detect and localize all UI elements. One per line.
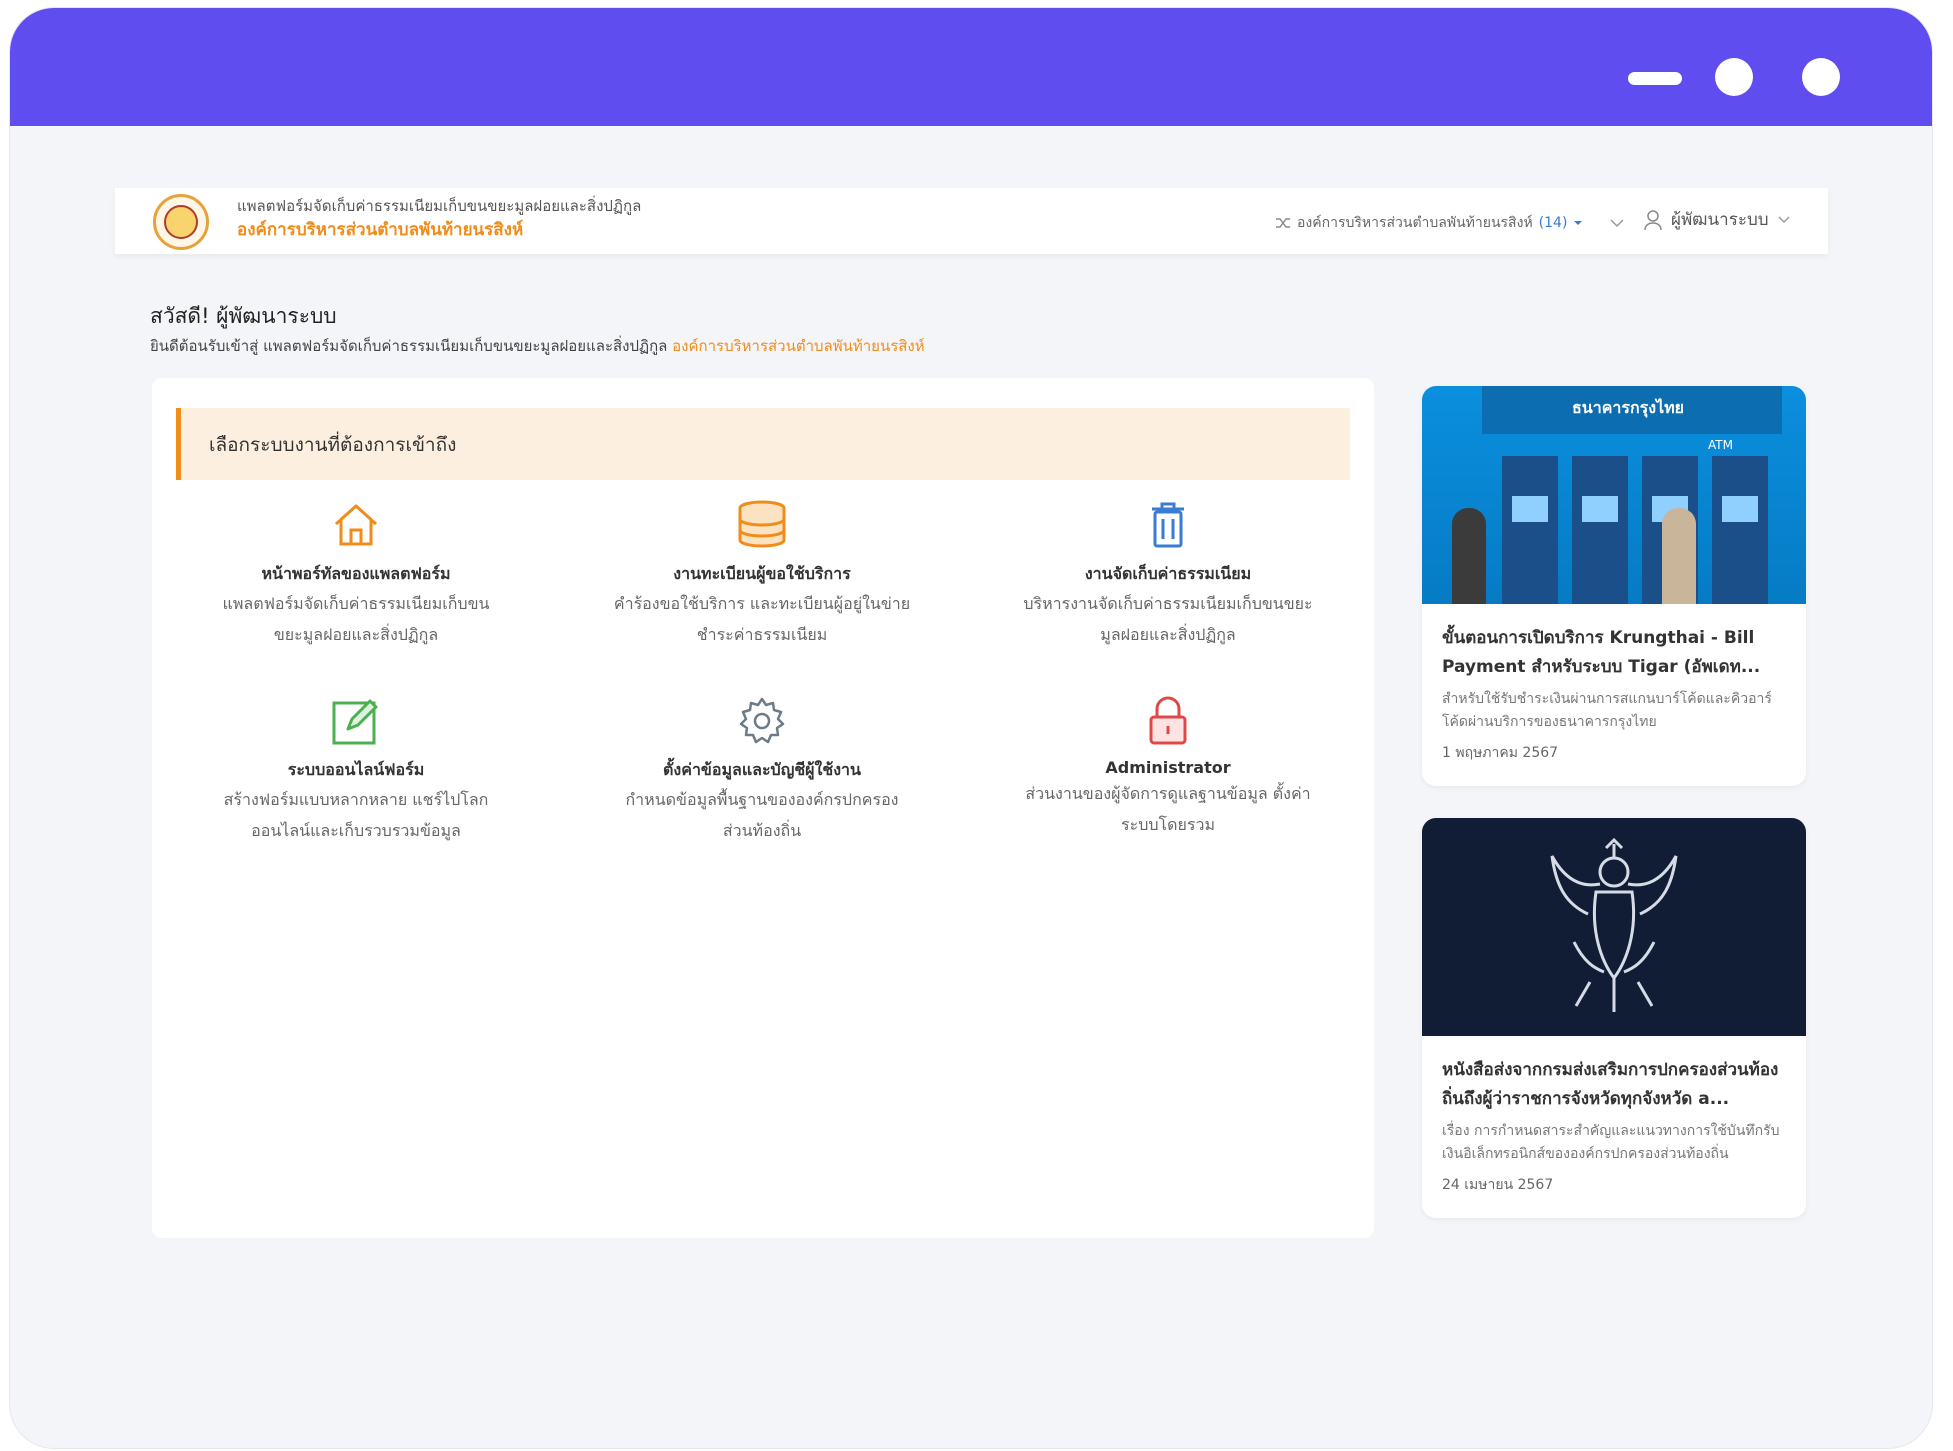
- gear-icon: [739, 697, 785, 744]
- org-switch-label: องค์การบริหารส่วนตำบลพันท้ายนรสิงห์: [1297, 215, 1533, 231]
- tile-title: Administrator: [1105, 758, 1231, 777]
- lock-icon: [1149, 696, 1187, 745]
- app-window: แพลตฟอร์มจัดเก็บค่าธรรมเนียมเก็บขนขยะมูล…: [10, 8, 1932, 1448]
- org-switcher[interactable]: องค์การบริหารส่วนตำบลพันท้ายนรสิงห์ (14): [1275, 212, 1625, 234]
- tile-title: ตั้งค่าข้อมูลและบัญชีผู้ใช้งาน: [663, 760, 861, 779]
- system-tile-administrator[interactable]: Administrator ส่วนงานของผู้จัดการดูแลฐาน…: [988, 692, 1348, 839]
- system-tile-registration[interactable]: งานทะเบียนผู้ขอใช้บริการ คำร้องขอใช้บริก…: [582, 496, 942, 649]
- greeting-org-link[interactable]: องค์การบริหารส่วนตำบลพันท้ายนรสิงห์: [672, 337, 925, 355]
- tile-description: สร้างฟอร์มแบบหลากหลาย แชร์ไปโลก: [223, 790, 489, 809]
- greeting-message: ยินดีต้อนรับเข้าสู่ แพลตฟอร์มจัดเก็บค่าธ…: [150, 337, 668, 355]
- garuda-emblem-icon: [1550, 837, 1678, 1012]
- tile-description: ชำระค่าธรรมเนียม: [696, 625, 828, 644]
- news-card[interactable]: ธนาคารกรุงไทย ATM ขั้นตอนการเปิดบริการ K…: [1422, 386, 1806, 786]
- user-icon: [1644, 209, 1662, 230]
- news-title[interactable]: ขั้นตอนการเปิดบริการ Krungthai - Bill Pa…: [1422, 604, 1806, 682]
- org-switch-count: (14): [1538, 215, 1568, 231]
- news-card[interactable]: หนังสือส่งจากกรมส่งเสริมการปกครองส่วนท้อ…: [1422, 818, 1806, 1218]
- tile-description: มูลฝอยและสิ่งปฏิกูล: [1100, 625, 1236, 644]
- system-tile-portal[interactable]: หน้าพอร์ทัลของแพลตฟอร์ม แพลตฟอร์มจัดเก็บ…: [176, 496, 536, 649]
- organization-logo-icon[interactable]: [153, 194, 209, 250]
- user-menu[interactable]: ผู้พัฒนาระบบ: [1643, 206, 1791, 233]
- tile-description: คำร้องขอใช้บริการ และทะเบียนผู้อยู่ในข่า…: [613, 594, 911, 613]
- system-tile-settings[interactable]: ตั้งค่าข้อมูลและบัญชีผู้ใช้งาน กำหนดข้อม…: [582, 692, 942, 845]
- minimize-icon[interactable]: [1628, 72, 1682, 85]
- database-icon: [738, 500, 786, 548]
- brand-title[interactable]: องค์การบริหารส่วนตำบลพันท้ายนรสิงห์: [237, 216, 523, 243]
- news-date: 1 พฤษภาคม 2567: [1442, 745, 1559, 761]
- greeting-text: ยินดีต้อนรับเข้าสู่ แพลตฟอร์มจัดเก็บค่าธ…: [150, 334, 925, 358]
- tile-title: ระบบออนไลน์ฟอร์ม: [287, 760, 425, 779]
- tile-description: ออนไลน์และเก็บรวบรวมข้อมูล: [251, 821, 461, 840]
- bank-sign-text: ธนาคารกรุงไทย: [1572, 398, 1685, 417]
- tile-title: งานทะเบียนผู้ขอใช้บริการ: [673, 564, 851, 583]
- greeting-title: สวัสดี! ผู้พัฒนาระบบ: [150, 304, 337, 328]
- maximize-icon[interactable]: [1715, 58, 1753, 96]
- section-heading: เลือกระบบงานที่ต้องการเข้าถึง: [176, 408, 1350, 480]
- person-figure: [1662, 508, 1696, 604]
- tile-description: ส่วนท้องถิ่น: [722, 821, 802, 840]
- person-figure: [1452, 508, 1486, 604]
- tile-description: แพลตฟอร์มจัดเก็บค่าธรรมเนียมเก็บขน: [222, 594, 490, 613]
- shuffle-icon: [1276, 218, 1290, 228]
- tile-description: ระบบโดยรวม: [1121, 815, 1215, 834]
- tile-description: บริหารงานจัดเก็บค่าธรรมเนียมเก็บขนขยะ: [1023, 594, 1313, 613]
- chevron-down-icon: [1778, 216, 1790, 224]
- tile-title: หน้าพอร์ทัลของแพลตฟอร์ม: [261, 564, 451, 583]
- edit-icon: [332, 699, 378, 745]
- section-heading-text: เลือกระบบงานที่ต้องการเข้าถึง: [209, 434, 457, 456]
- atm-machine: [1502, 456, 1558, 604]
- user-label: ผู้พัฒนาระบบ: [1671, 210, 1769, 230]
- news-excerpt: เรื่อง การกำหนดสาระสำคัญและแนวทางการใช้บ…: [1442, 1123, 1780, 1162]
- system-selection-card: เลือกระบบงานที่ต้องการเข้าถึง หน้าพอร์ทั…: [152, 378, 1374, 1238]
- news-title[interactable]: หนังสือส่งจากกรมส่งเสริมการปกครองส่วนท้อ…: [1422, 1036, 1806, 1114]
- atm-label: ATM: [1708, 438, 1733, 452]
- news-date: 24 เมษายน 2567: [1442, 1177, 1554, 1193]
- close-icon[interactable]: [1802, 58, 1840, 96]
- caret-down-icon: [1574, 221, 1583, 225]
- tile-title: งานจัดเก็บค่าธรรมเนียม: [1084, 564, 1252, 583]
- home-icon: [334, 504, 378, 546]
- window-titlebar: [10, 8, 1932, 126]
- system-tile-fee-collection[interactable]: งานจัดเก็บค่าธรรมเนียม บริหารงานจัดเก็บค…: [988, 496, 1348, 649]
- chevron-down-icon[interactable]: [1609, 218, 1625, 228]
- trash-icon: [1152, 502, 1184, 548]
- news-image: [1422, 818, 1806, 1036]
- app-header: แพลตฟอร์มจัดเก็บค่าธรรมเนียมเก็บขนขยะมูล…: [115, 188, 1828, 254]
- brand-subtitle: แพลตฟอร์มจัดเก็บค่าธรรมเนียมเก็บขนขยะมูล…: [237, 197, 642, 215]
- news-excerpt: สำหรับใช้รับชำระเงินผ่านการสแกนบาร์โค้ดแ…: [1442, 691, 1772, 730]
- atm-machine: [1572, 456, 1628, 604]
- news-image: ธนาคารกรุงไทย ATM: [1422, 386, 1806, 604]
- tile-description: กำหนดข้อมูลพื้นฐานขององค์กรปกครอง: [625, 790, 899, 809]
- system-tile-online-form[interactable]: ระบบออนไลน์ฟอร์ม สร้างฟอร์มแบบหลากหลาย แ…: [176, 692, 536, 845]
- tile-description: ขยะมูลฝอยและสิ่งปฏิกูล: [273, 625, 439, 644]
- tile-description: ส่วนงานของผู้จัดการดูแลฐานข้อมูล ตั้งค่า: [1025, 784, 1311, 803]
- atm-machine: [1712, 456, 1768, 604]
